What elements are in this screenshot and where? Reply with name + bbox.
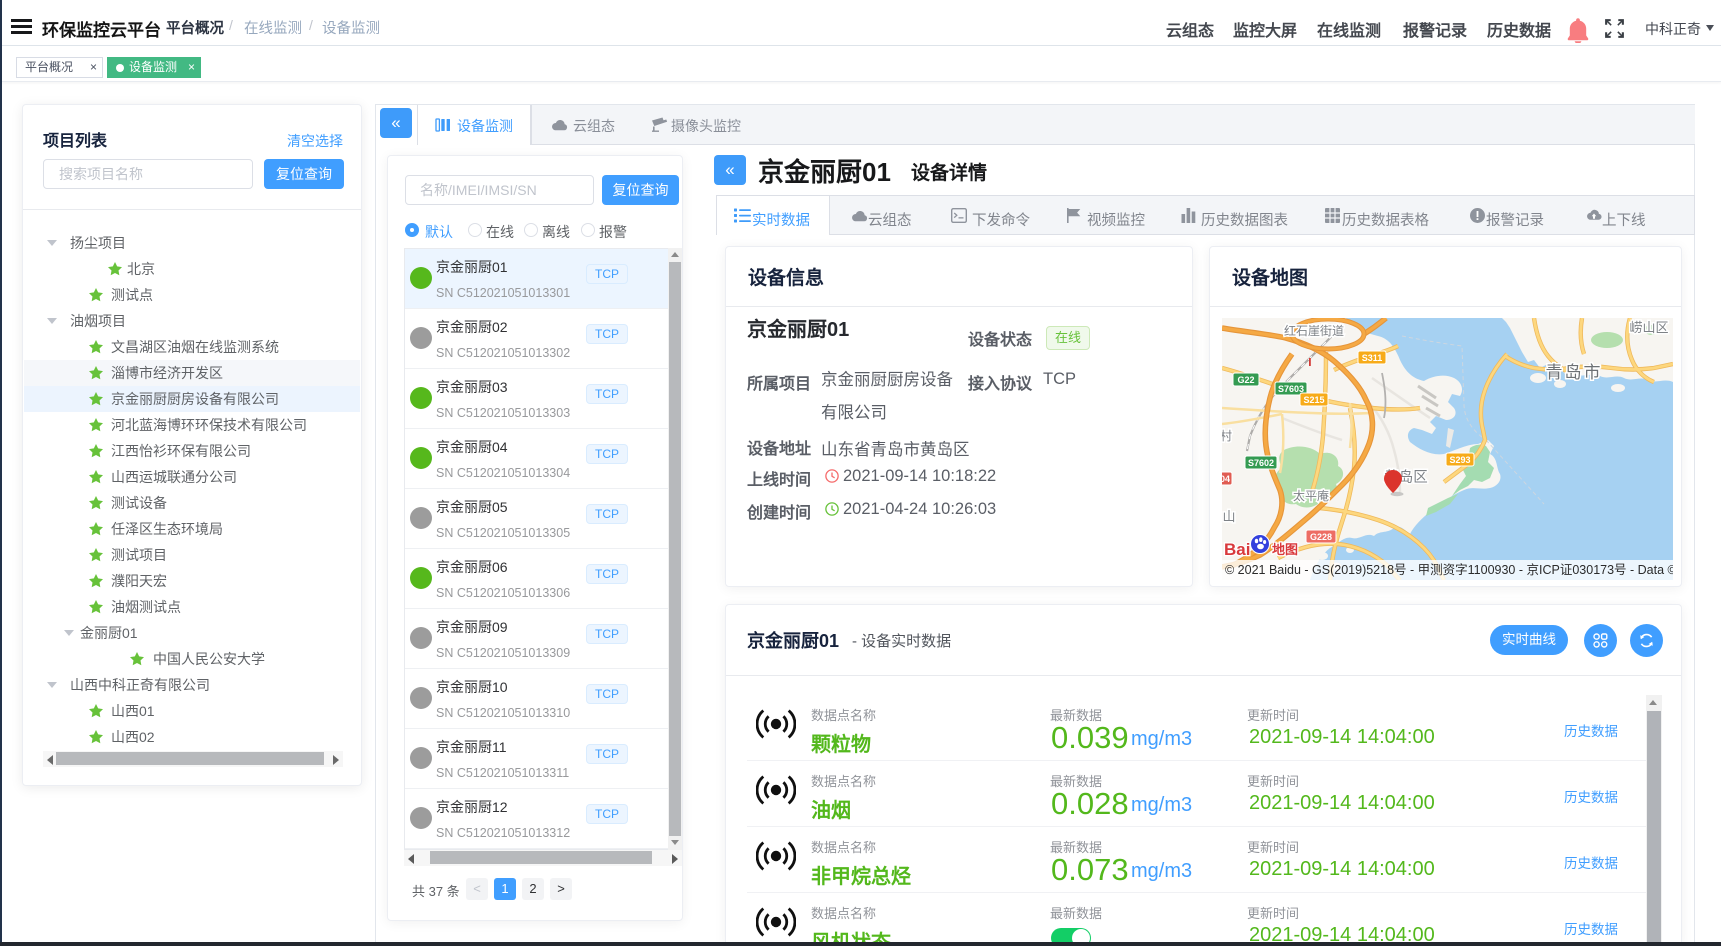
svg-text:04: 04: [1222, 474, 1230, 484]
svg-text:崂山区: 崂山区: [1629, 320, 1668, 335]
svg-text:S215: S215: [1303, 395, 1324, 405]
svg-text:G228: G228: [1310, 532, 1332, 542]
svg-text:S293: S293: [1449, 455, 1470, 465]
svg-text:山: 山: [1222, 509, 1235, 524]
svg-text:Bai: Bai: [1224, 540, 1250, 559]
svg-text:地图: 地图: [1272, 542, 1298, 557]
svg-text:青岛市: 青岛市: [1546, 363, 1603, 382]
svg-text:红石崖街道: 红石崖街道: [1284, 323, 1344, 338]
svg-text:G22: G22: [1237, 375, 1254, 385]
svg-text:S7603: S7603: [1278, 384, 1304, 394]
svg-text:太平庵: 太平庵: [1293, 488, 1329, 503]
svg-text:© 2021 Baidu - GS(2019)5218号 -: © 2021 Baidu - GS(2019)5218号 - 甲测资字11009…: [1225, 562, 1673, 577]
svg-text:村: 村: [1222, 429, 1232, 443]
svg-text:S311: S311: [1362, 353, 1383, 363]
svg-text:S7602: S7602: [1248, 458, 1274, 468]
